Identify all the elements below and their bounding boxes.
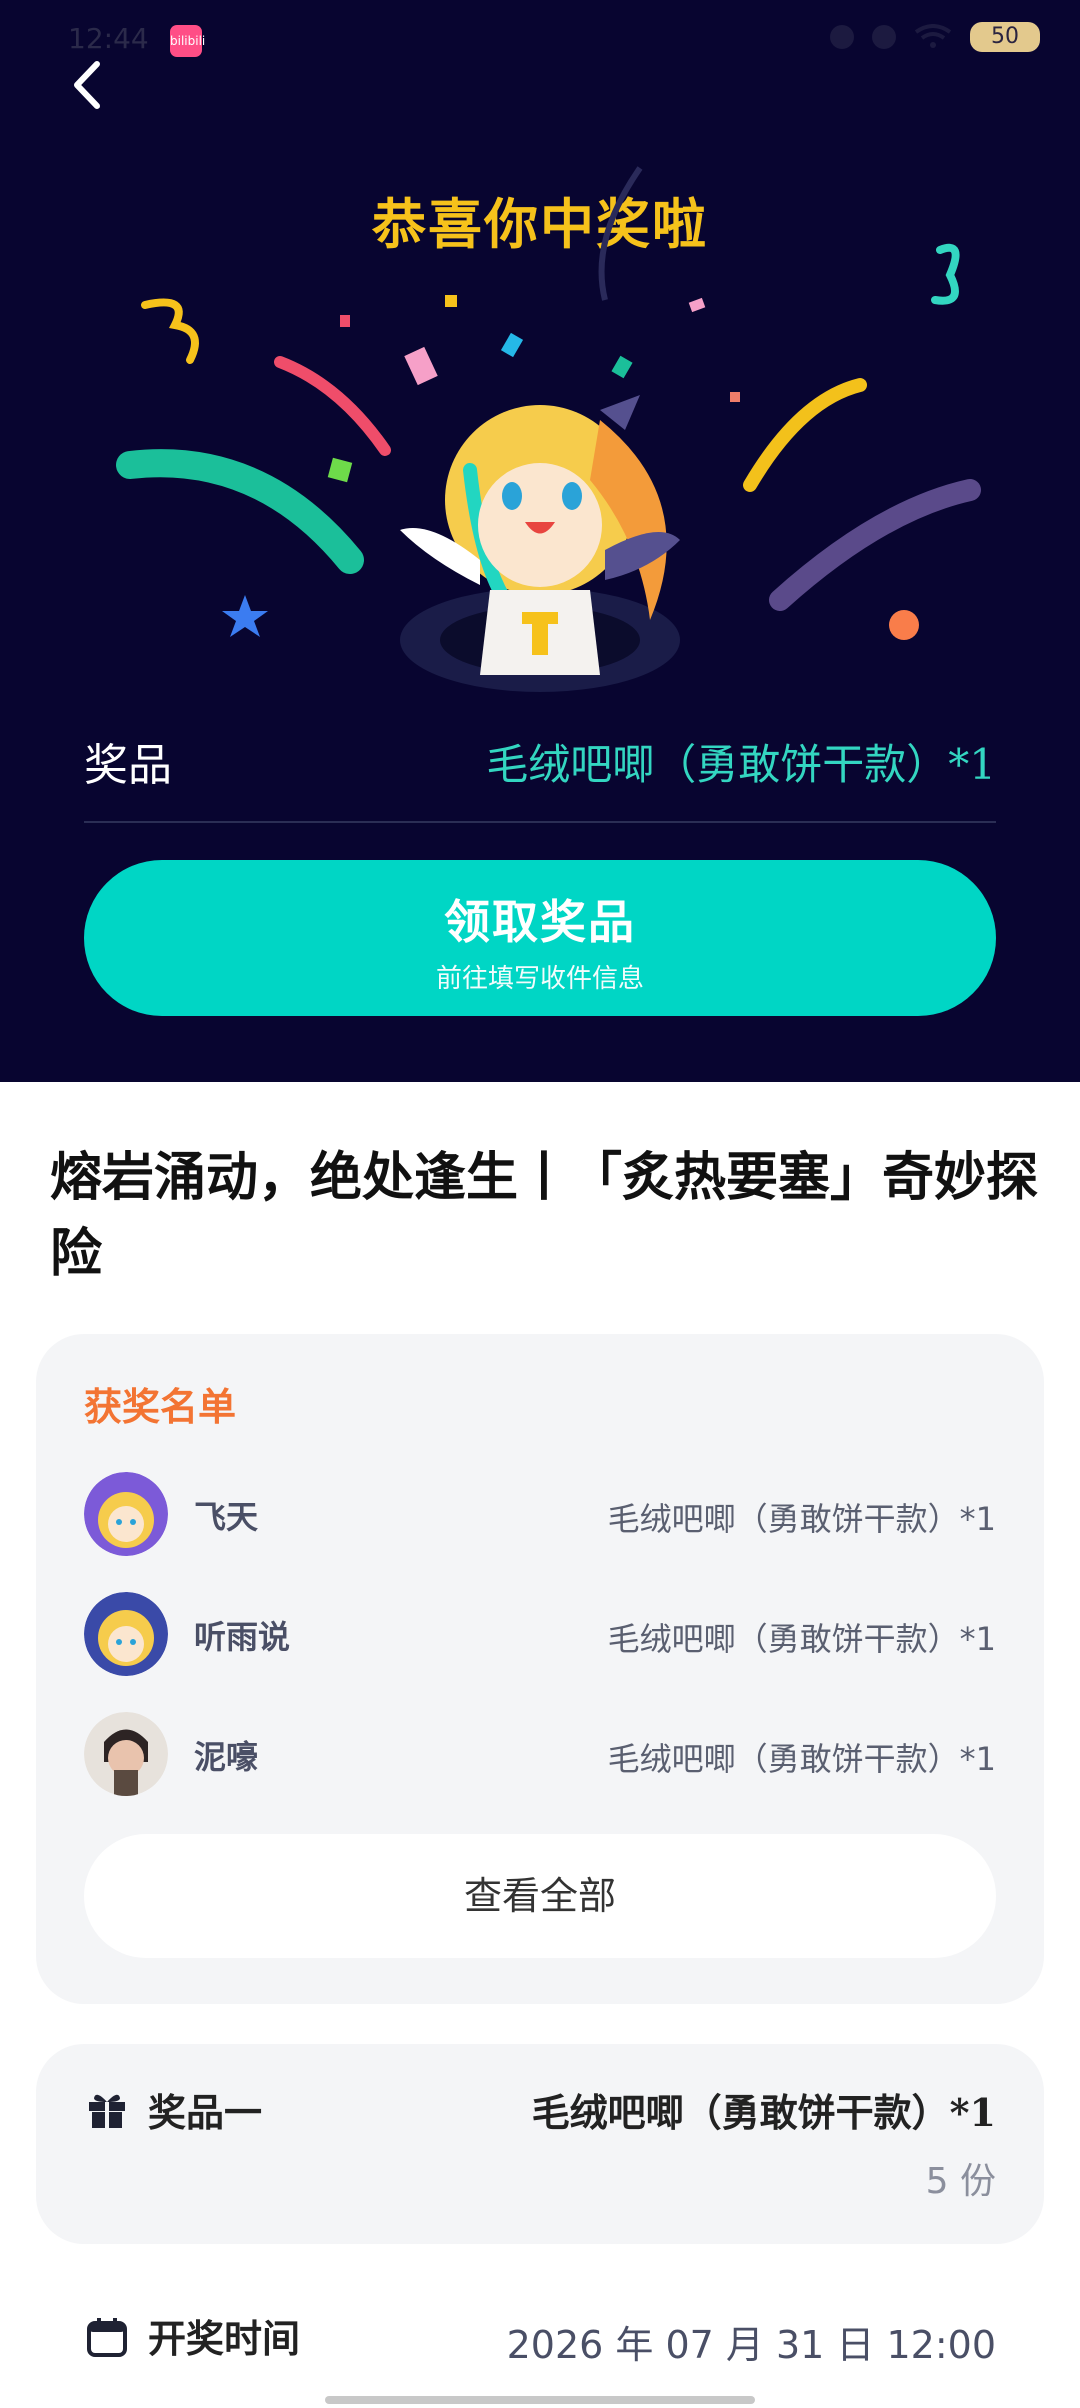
winner-row: 听雨说 毛绒吧唧（勇敢饼干款）*1: [84, 1592, 996, 1676]
winner-row: 飞天 毛绒吧唧（勇敢饼干款）*1: [84, 1472, 996, 1556]
winner-name: 泥嚎: [194, 1738, 259, 1776]
winner-prize: 毛绒吧唧（勇敢饼干款）*1: [607, 1500, 996, 1538]
winner-name: 飞天: [194, 1498, 259, 1536]
avatar: [84, 1472, 168, 1556]
avatar: [84, 1712, 168, 1796]
divider: [84, 821, 996, 823]
confetti-illustration: [116, 166, 981, 692]
prize-one-label: 奖品一: [148, 2090, 263, 2135]
prize-label: 奖品: [84, 740, 172, 791]
prize-value: 毛绒吧唧（勇敢饼干款）*1: [486, 740, 996, 789]
winners-title: 获奖名单: [84, 1384, 237, 1429]
prize-row: 奖品 毛绒吧唧（勇敢饼干款）*1: [84, 725, 996, 795]
event-title: 熔岩涌动，绝处逢生丨「炙热要塞」奇妙探险: [50, 1147, 1039, 1284]
claim-button-subtitle: 前往填写收件信息: [435, 964, 644, 994]
view-all-button[interactable]: 查看全部: [84, 1834, 996, 1958]
winner-row: 泥嚎 毛绒吧唧（勇敢饼干款）*1: [84, 1712, 996, 1796]
draw-time-label: 开奖时间: [148, 2316, 301, 2361]
gift-icon: [89, 2094, 125, 2128]
prize-one-count: 5 份: [925, 2161, 996, 2202]
winner-prize: 毛绒吧唧（勇敢饼干款）*1: [607, 1620, 996, 1658]
prize-one-value: 毛绒吧唧（勇敢饼干款）*1: [531, 2090, 996, 2135]
draw-time-value: 2026 年 07 月 31 日 12:00: [506, 2323, 996, 2367]
claim-prize-button[interactable]: 领取奖品 前往填写收件信息: [84, 860, 996, 1016]
claim-button-title: 领取奖品: [444, 895, 636, 949]
winner-prize: 毛绒吧唧（勇敢饼干款）*1: [607, 1740, 996, 1778]
home-indicator[interactable]: [325, 2396, 755, 2404]
prize-hero-section: 12:44 bilibili 50 恭喜你中奖啦 奖品 毛绒吧唧（勇敢饼干款）*…: [0, 0, 1080, 1082]
calendar-icon: [87, 2318, 127, 2357]
winner-name: 听雨说: [194, 1618, 291, 1656]
avatar: [84, 1592, 168, 1676]
prize-one-card: [36, 2044, 1044, 2244]
